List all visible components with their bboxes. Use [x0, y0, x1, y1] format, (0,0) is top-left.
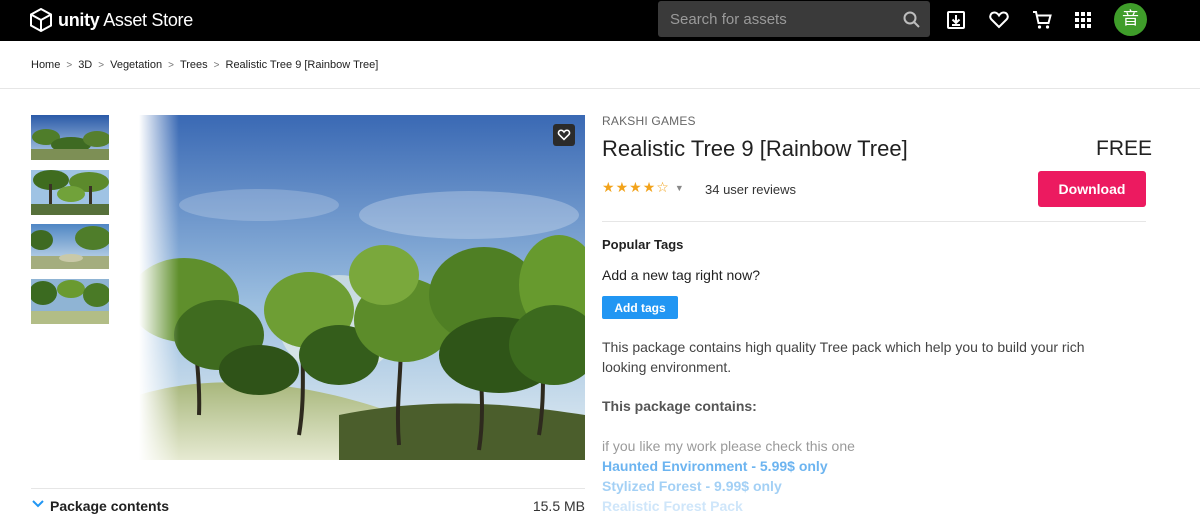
package-contents-toggle[interactable]: Package contents 15.5 MB — [31, 488, 585, 521]
breadcrumb-3d[interactable]: 3D — [78, 59, 92, 71]
star-filled-icon: ★ — [615, 180, 629, 196]
breadcrumb-vegetation[interactable]: Vegetation — [110, 59, 162, 71]
product-description: This package contains high quality Tree … — [602, 339, 1085, 375]
breadcrumb-current: Realistic Tree 9 [Rainbow Tree] — [225, 59, 379, 71]
apps-grid-icon[interactable] — [1072, 9, 1094, 31]
product-main-image[interactable] — [139, 115, 585, 460]
downloads-icon[interactable] — [945, 9, 967, 31]
download-button[interactable]: Download — [1038, 171, 1146, 207]
star-filled-icon: ★ — [602, 180, 615, 196]
add-tags-button[interactable]: Add tags — [602, 296, 678, 319]
rating-stars[interactable]: ★ ★ ★ ★ ☆ ▼ — [602, 180, 684, 196]
breadcrumb-trees[interactable]: Trees — [180, 59, 208, 71]
gallery-thumbnail-1[interactable] — [31, 115, 109, 160]
package-contents-label: Package contents — [50, 498, 170, 514]
breadcrumb-home[interactable]: Home — [31, 59, 60, 71]
description-note: if you like my work please check this on… — [602, 438, 855, 454]
unity-cube-icon — [30, 8, 52, 32]
heart-icon — [557, 129, 571, 141]
divider — [602, 221, 1146, 222]
product-title: Realistic Tree 9 [Rainbow Tree] — [602, 136, 908, 161]
package-contains-heading: This package contains: — [602, 398, 757, 414]
user-avatar[interactable]: 音 — [1114, 3, 1147, 36]
breadcrumb-separator: > — [168, 59, 174, 71]
search-box — [658, 1, 930, 37]
star-filled-icon: ★ — [629, 180, 642, 196]
cart-icon[interactable] — [1031, 9, 1053, 31]
search-icon[interactable] — [903, 11, 920, 28]
gallery-thumbnail-3[interactable] — [31, 224, 109, 269]
description-link[interactable]: Haunted Environment - 5.99$ only — [602, 458, 828, 474]
unity-asset-store-logo[interactable]: unity Asset Store — [30, 8, 193, 32]
description-link[interactable]: Realistic Forest Pack — [602, 498, 743, 514]
breadcrumb-separator: > — [66, 59, 73, 71]
star-filled-icon: ★ — [642, 180, 656, 196]
logo-text: unity Asset Store — [58, 9, 193, 30]
top-nav-bar: unity Asset Store 音 — [0, 0, 1200, 41]
breadcrumb-bar: Home > 3D > Vegetation > Trees > Realist… — [0, 41, 1200, 89]
breadcrumb-separator: > — [213, 59, 220, 71]
caret-down-icon: ▼ — [674, 183, 684, 193]
star-empty-icon: ☆ — [656, 180, 669, 196]
heart-icon[interactable] — [988, 9, 1010, 31]
breadcrumb-separator: > — [98, 59, 105, 71]
popular-tags-heading: Popular Tags — [602, 237, 684, 252]
breadcrumb: Home > 3D > Vegetation > Trees > Realist… — [31, 59, 378, 71]
review-count-link[interactable]: 34 user reviews — [705, 182, 796, 197]
search-input[interactable] — [658, 1, 898, 37]
favorite-button[interactable] — [553, 124, 575, 146]
gallery-thumbnail-4[interactable] — [31, 279, 109, 324]
add-tag-prompt: Add a new tag right now? — [602, 267, 760, 283]
gallery-thumbnail-2[interactable] — [31, 170, 109, 215]
chevron-down-icon — [32, 500, 44, 508]
product-price: FREE — [1096, 137, 1153, 160]
publisher-name[interactable]: RAKSHI GAMES — [602, 114, 696, 128]
description-link[interactable]: Stylized Forest - 9.99$ only — [602, 478, 782, 494]
package-size: 15.5 MB — [532, 498, 585, 514]
